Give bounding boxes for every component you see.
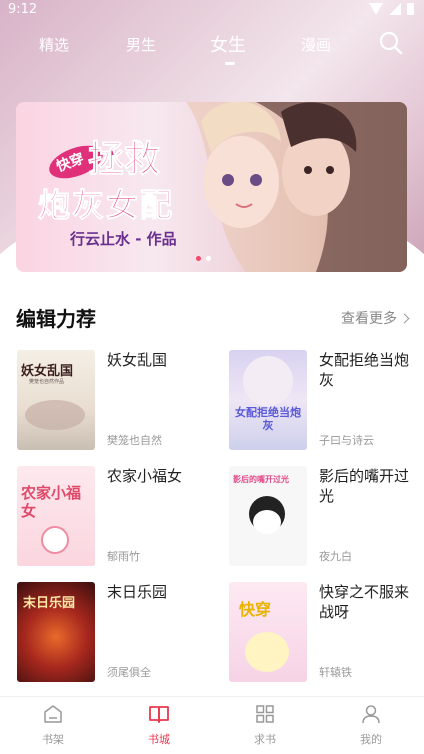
cover-title: 妖女乱国 xyxy=(21,364,74,379)
bookshelf-icon xyxy=(44,705,62,723)
tab-featured[interactable]: 精选 xyxy=(24,34,84,55)
cover-title: 女配拒绝当炮灰 xyxy=(235,406,301,432)
cover-title: 末日乐园 xyxy=(23,596,76,611)
wifi-icon xyxy=(369,3,383,15)
book-cover: 女配拒绝当炮灰 xyxy=(229,350,307,450)
book-card[interactable]: 末日乐园 末日乐园 须尾俱全 xyxy=(17,582,213,682)
active-tab-indicator xyxy=(225,62,235,65)
nav-label: 书架 xyxy=(42,733,64,746)
banner-title-line1: 拯救 xyxy=(87,139,161,181)
book-title: 末日乐园 xyxy=(107,583,168,601)
search-icon[interactable] xyxy=(378,30,404,56)
cover-subtitle: 樊笼也自然作品 xyxy=(29,379,65,385)
nav-bookshelf[interactable]: 书架 xyxy=(23,703,83,747)
book-author: 须尾俱全 xyxy=(107,666,151,679)
tab-comics[interactable]: 漫画 xyxy=(286,34,346,55)
user-icon xyxy=(362,705,380,724)
book-cover: 农家小福女 xyxy=(17,466,95,566)
book-cover: 末日乐园 xyxy=(17,582,95,682)
book-author: 轩辕铁 xyxy=(319,666,352,679)
book-cover: 影后的嘴开过光 xyxy=(229,466,307,566)
book-card[interactable]: 影后的嘴开过光 影后的嘴开过光 夜九白 xyxy=(229,466,424,566)
book-author: 樊笼也自然 xyxy=(107,434,162,447)
grid-icon xyxy=(256,705,274,723)
chevron-right-icon xyxy=(399,313,410,323)
nav-label: 求书 xyxy=(254,733,276,746)
book-title: 妖女乱国 xyxy=(107,351,168,369)
tab-male[interactable]: 男生 xyxy=(111,34,171,55)
book-title: 女配拒绝当炮灰 xyxy=(319,351,410,389)
book-cover: 快穿 xyxy=(229,582,307,682)
banner-title-line2: 炮灰女配 xyxy=(37,186,175,225)
promo-banner[interactable]: 快穿 拯救 炮灰女配 行云止水 - 作品 xyxy=(16,102,407,272)
book-author: 夜九白 xyxy=(319,550,352,563)
nav-label: 书城 xyxy=(148,733,170,746)
banner-dot-1[interactable] xyxy=(196,256,201,261)
status-icons xyxy=(369,3,414,15)
book-title: 快穿之不服来战呀 xyxy=(319,583,410,621)
book-card[interactable]: 快穿 快穿之不服来战呀 轩辕铁 xyxy=(229,582,424,682)
status-time: 9:12 xyxy=(8,2,38,17)
book-card[interactable]: 农家小福女 农家小福女 郁雨竹 xyxy=(17,466,213,566)
nav-mine[interactable]: 我的 xyxy=(341,703,401,747)
see-more-label: 查看更多 xyxy=(341,311,397,327)
category-tabs: 精选 男生 女生 漫画 xyxy=(0,28,424,64)
book-card[interactable]: 妖女乱国 樊笼也自然作品 妖女乱国 樊笼也自然 xyxy=(17,350,213,450)
bottom-navigation: 书架 书城 求书 我的 xyxy=(0,696,424,754)
book-author: 子曰与诗云 xyxy=(319,434,374,447)
cover-title: 农家小福女 xyxy=(21,484,82,520)
banner-pagination xyxy=(196,256,211,261)
book-open-icon xyxy=(149,706,169,723)
book-card[interactable]: 女配拒绝当炮灰 女配拒绝当炮灰 子曰与诗云 xyxy=(229,350,424,450)
battery-icon xyxy=(407,3,414,15)
banner-author: 行云止水 - 作品 xyxy=(70,230,177,248)
cover-title: 影后的嘴开过光 xyxy=(233,475,289,484)
book-title: 影后的嘴开过光 xyxy=(319,467,410,505)
nav-bookstore[interactable]: 书城 xyxy=(129,703,189,747)
status-bar: 9:12 xyxy=(0,0,424,22)
cover-title: 快穿 xyxy=(239,600,272,619)
book-author: 郁雨竹 xyxy=(107,550,140,563)
section-title: 编辑力荐 xyxy=(16,307,96,331)
signal-icon xyxy=(389,3,401,15)
see-more-link[interactable]: 查看更多 xyxy=(341,308,410,328)
book-cover: 妖女乱国 樊笼也自然作品 xyxy=(17,350,95,450)
nav-request-book[interactable]: 求书 xyxy=(235,703,295,747)
book-title: 农家小福女 xyxy=(107,467,183,485)
nav-label: 我的 xyxy=(360,733,382,746)
tab-female[interactable]: 女生 xyxy=(198,31,258,57)
banner-dot-2[interactable] xyxy=(206,256,211,261)
